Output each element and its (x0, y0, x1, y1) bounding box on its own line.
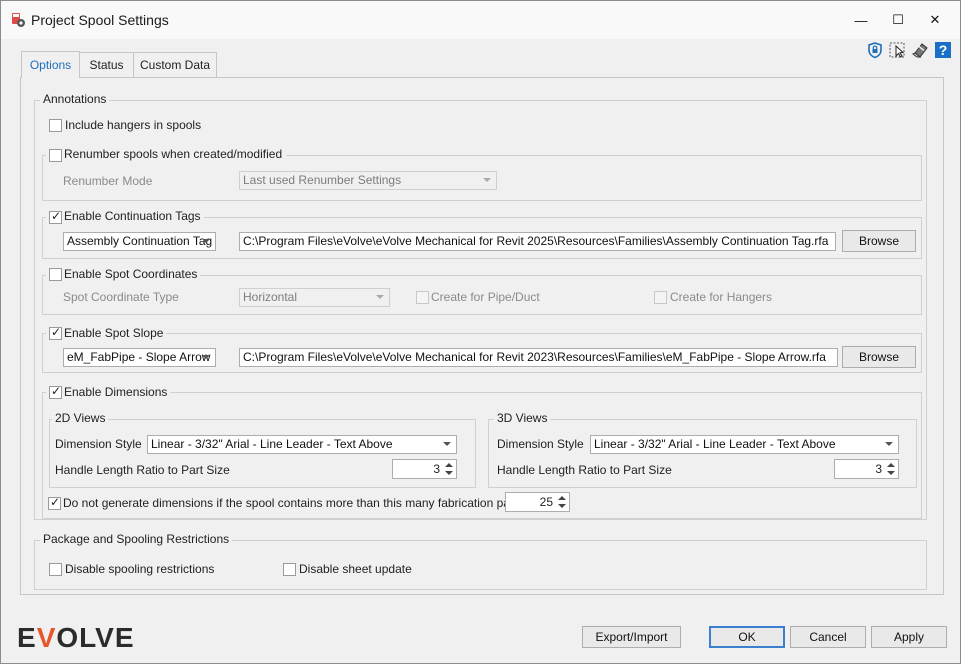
dimension-limit-label: Do not generate dimensions if the spool … (63, 496, 527, 510)
disable-spooling-label: Disable spooling restrictions (65, 562, 215, 576)
chevron-down-icon (202, 239, 210, 243)
disable-sheet-label: Disable sheet update (299, 562, 412, 576)
checkmark-icon: ✓ (51, 325, 62, 339)
dimension-limit-stepper[interactable]: 25 (505, 492, 570, 512)
continuation-checkbox[interactable]: ✓ (49, 209, 62, 224)
create-for-pipe-duct-label: Create for Pipe/Duct (431, 290, 540, 304)
create-for-hangers-checkbox[interactable] (654, 291, 667, 304)
renumber-mode-select[interactable]: Last used Renumber Settings (239, 171, 497, 190)
chevron-down-icon (202, 355, 210, 359)
spot-slope-path-input[interactable]: C:\Program Files\eVolve\eVolve Mechanica… (239, 348, 838, 367)
dimensions-legend: Enable Dimensions (46, 385, 171, 399)
spot-slope-label: Enable Spot Slope (64, 326, 164, 340)
views-2d-ratio-label: Handle Length Ratio to Part Size (55, 463, 230, 477)
dimensions-checkbox[interactable]: ✓ (49, 384, 62, 399)
continuation-label: Enable Continuation Tags (64, 209, 201, 223)
renumber-mode-label: Renumber Mode (63, 174, 153, 188)
evolve-logo: EVOLVE (17, 622, 135, 653)
continuation-family-select[interactable]: Assembly Continuation Tag (63, 232, 216, 251)
continuation-legend: Enable Continuation Tags (46, 209, 204, 223)
create-for-pipe-duct-checkbox[interactable] (416, 291, 429, 304)
dimension-limit-checkbox[interactable]: ✓ (48, 495, 61, 510)
spot-slope-legend: Enable Spot Slope (46, 326, 167, 340)
checkmark-icon: ✓ (50, 495, 61, 509)
dimension-limit-value: 25 (539, 495, 553, 509)
cursor-select-icon[interactable] (888, 41, 906, 59)
spot-coordinates-label: Enable Spot Coordinates (64, 267, 198, 281)
spot-slope-family-value: eM_FabPipe - Slope Arrow (67, 350, 211, 364)
create-for-hangers-label: Create for Hangers (670, 290, 773, 304)
checkmark-icon: ✓ (51, 209, 62, 223)
dimensions-label: Enable Dimensions (64, 385, 168, 399)
spin-down-icon[interactable] (887, 471, 895, 475)
restrictions-legend: Package and Spooling Restrictions (40, 532, 233, 546)
chevron-down-icon (376, 295, 384, 299)
disable-sheet-checkbox[interactable] (283, 563, 296, 576)
include-hangers-checkbox[interactable] (49, 119, 62, 132)
spin-up-icon[interactable] (887, 463, 895, 467)
disable-spooling-checkbox[interactable] (49, 563, 62, 576)
help-icon[interactable]: ? (934, 41, 952, 59)
eraser-icon[interactable] (911, 41, 929, 59)
apply-button[interactable]: Apply (871, 626, 947, 648)
views-3d-legend: 3D Views (494, 411, 551, 425)
export-import-button[interactable]: Export/Import (582, 626, 681, 648)
spot-slope-checkbox[interactable]: ✓ (49, 325, 62, 340)
spin-down-icon[interactable] (445, 471, 453, 475)
maximize-button[interactable]: ☐ (881, 7, 915, 33)
minimize-button[interactable]: — (844, 7, 878, 33)
tab-custom-data[interactable]: Custom Data (133, 52, 217, 77)
spot-coordinates-legend: Enable Spot Coordinates (46, 267, 201, 281)
spin-down-icon[interactable] (558, 504, 566, 508)
renumber-label: Renumber spools when created/modified (64, 147, 283, 161)
continuation-family-value: Assembly Continuation Tag (67, 234, 213, 248)
chevron-down-icon (443, 442, 451, 446)
views-2d-ratio-stepper[interactable]: 3 (392, 459, 457, 479)
chevron-down-icon (483, 178, 491, 182)
views-3d-ratio-value: 3 (875, 462, 882, 476)
svg-text:?: ? (939, 42, 948, 58)
spin-up-icon[interactable] (445, 463, 453, 467)
views-2d-legend: 2D Views (52, 411, 109, 425)
spot-coordinates-checkbox[interactable] (49, 268, 62, 281)
cancel-button[interactable]: Cancel (790, 626, 866, 648)
spot-coordinate-type-value: Horizontal (243, 290, 298, 304)
tab-status[interactable]: Status (79, 52, 134, 77)
views-2d-ratio-value: 3 (433, 462, 440, 476)
spot-slope-browse-button[interactable]: Browse (842, 346, 916, 368)
app-icon (12, 13, 25, 27)
chevron-down-icon (885, 442, 893, 446)
spin-up-icon[interactable] (558, 496, 566, 500)
views-3d-style-value: Linear - 3/32" Arial - Line Leader - Tex… (594, 437, 836, 451)
views-3d-ratio-label: Handle Length Ratio to Part Size (497, 463, 672, 477)
views-3d-style-select[interactable]: Linear - 3/32" Arial - Line Leader - Tex… (590, 435, 899, 454)
views-2d-style-select[interactable]: Linear - 3/32" Arial - Line Leader - Tex… (147, 435, 457, 454)
tab-options[interactable]: Options (21, 51, 80, 78)
annotations-legend: Annotations (40, 92, 110, 106)
continuation-path-input[interactable]: C:\Program Files\eVolve\eVolve Mechanica… (239, 232, 836, 251)
views-3d-style-label: Dimension Style (497, 437, 584, 451)
shield-icon[interactable] (866, 41, 884, 59)
spot-slope-family-select[interactable]: eM_FabPipe - Slope Arrow (63, 348, 216, 367)
window-title: Project Spool Settings (31, 12, 169, 28)
spot-coordinate-type-select[interactable]: Horizontal (239, 288, 390, 307)
close-button[interactable]: ✕ (918, 7, 952, 33)
renumber-legend: Renumber spools when created/modified (46, 147, 287, 161)
spot-coordinate-type-label: Spot Coordinate Type (63, 290, 179, 304)
title-bar: Project Spool Settings — ☐ ✕ (1, 1, 960, 39)
dialog-window: Project Spool Settings — ☐ ✕ ? Options S… (0, 0, 961, 664)
renumber-mode-value: Last used Renumber Settings (243, 173, 402, 187)
checkmark-icon: ✓ (51, 384, 62, 398)
views-3d-ratio-stepper[interactable]: 3 (834, 459, 899, 479)
views-2d-style-label: Dimension Style (55, 437, 142, 451)
views-2d-style-value: Linear - 3/32" Arial - Line Leader - Tex… (151, 437, 393, 451)
continuation-browse-button[interactable]: Browse (842, 230, 916, 252)
ok-button[interactable]: OK (709, 626, 785, 648)
renumber-checkbox[interactable] (49, 149, 62, 162)
include-hangers-label: Include hangers in spools (65, 118, 202, 132)
